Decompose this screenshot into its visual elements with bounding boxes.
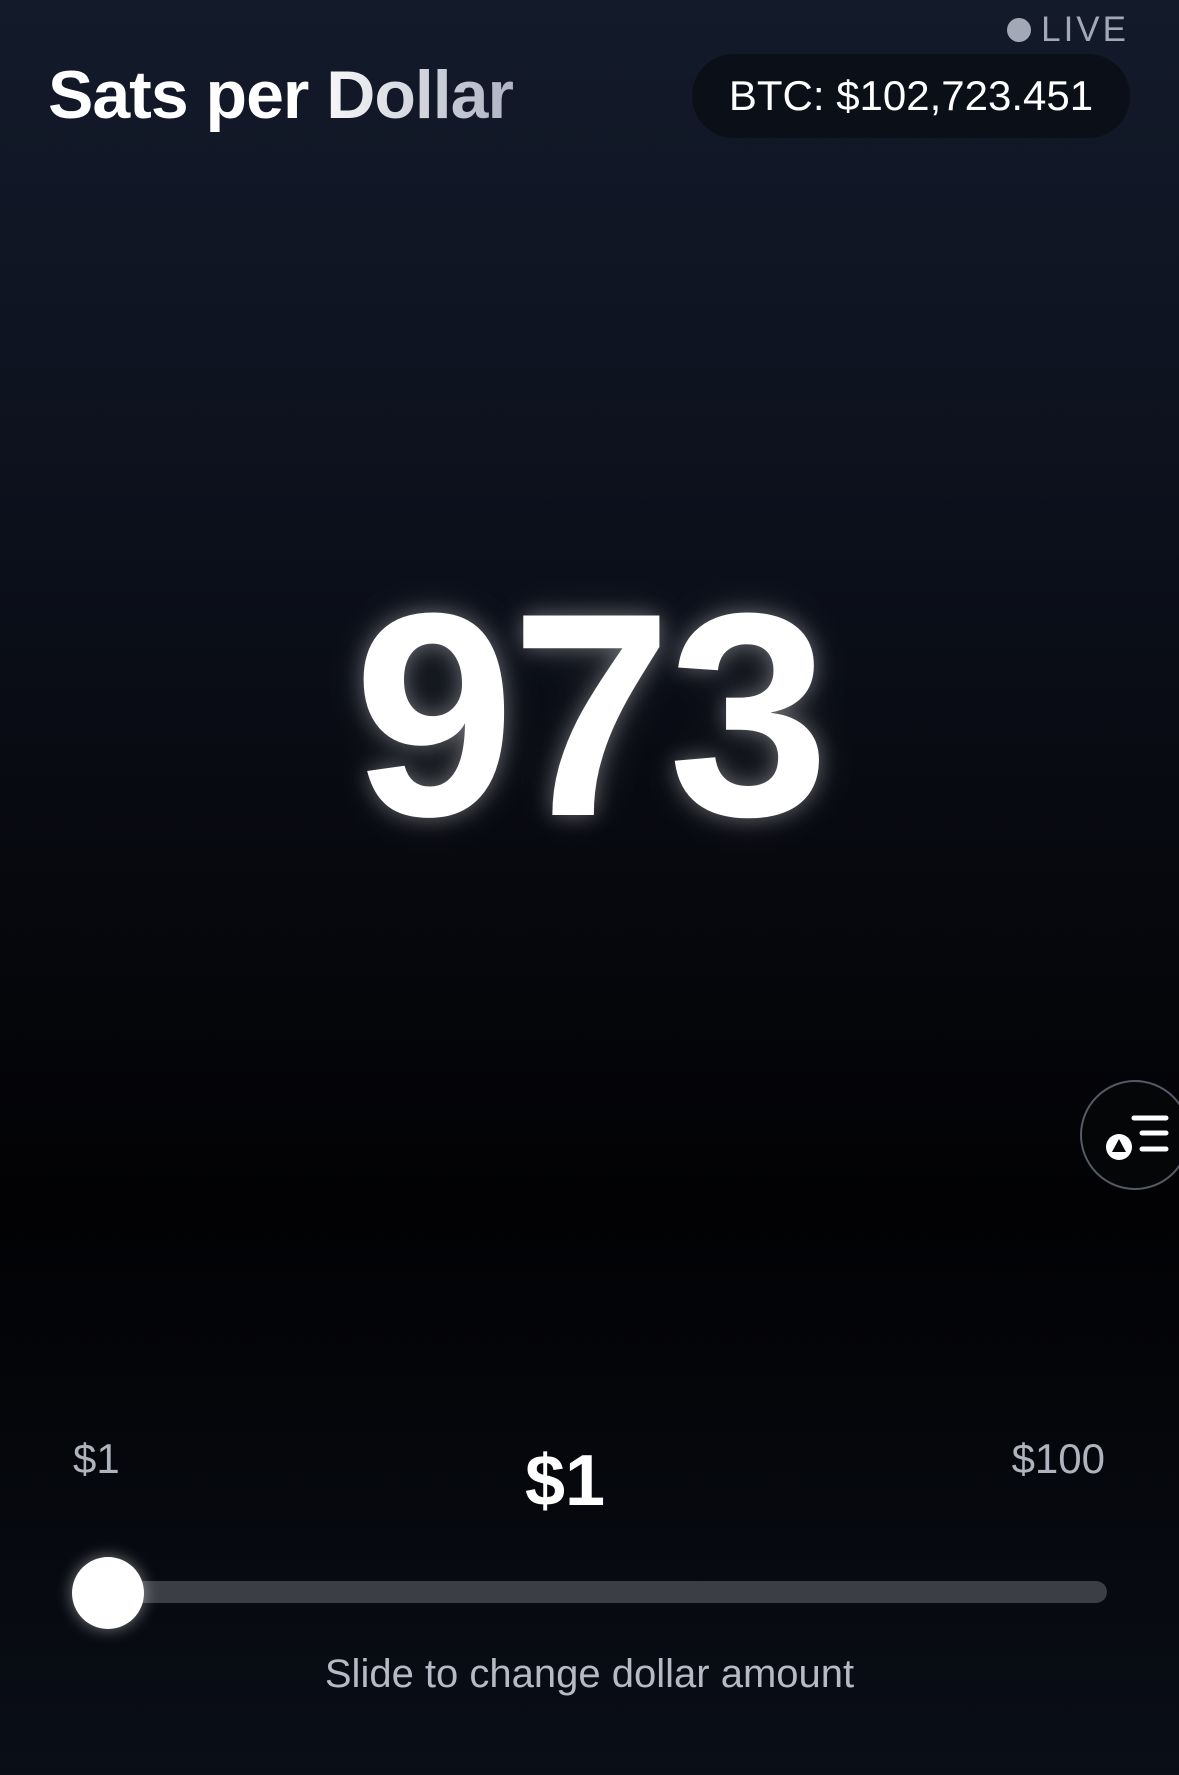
live-dot-icon — [1007, 18, 1032, 42]
live-indicator: LIVE — [1007, 10, 1129, 50]
slider-hint: Slide to change dollar amount — [324, 1652, 855, 1696]
btc-price-badge: BTC: $102,723.451 — [692, 54, 1130, 138]
page-title: Sats per Dollar — [48, 57, 514, 133]
sats-value: 973 — [353, 553, 830, 877]
dollar-slider-track[interactable] — [107, 1581, 1107, 1603]
shapes-list-icon — [1106, 1115, 1169, 1160]
dollar-slider-thumb[interactable] — [72, 1557, 144, 1629]
btc-price-label: BTC: $102,723.451 — [728, 72, 1094, 119]
live-label: LIVE — [1041, 10, 1129, 49]
slider-max-label: $100 — [1011, 1435, 1105, 1482]
current-dollar-amount: $1 — [524, 1441, 606, 1521]
side-menu-button[interactable] — [1080, 1080, 1179, 1190]
